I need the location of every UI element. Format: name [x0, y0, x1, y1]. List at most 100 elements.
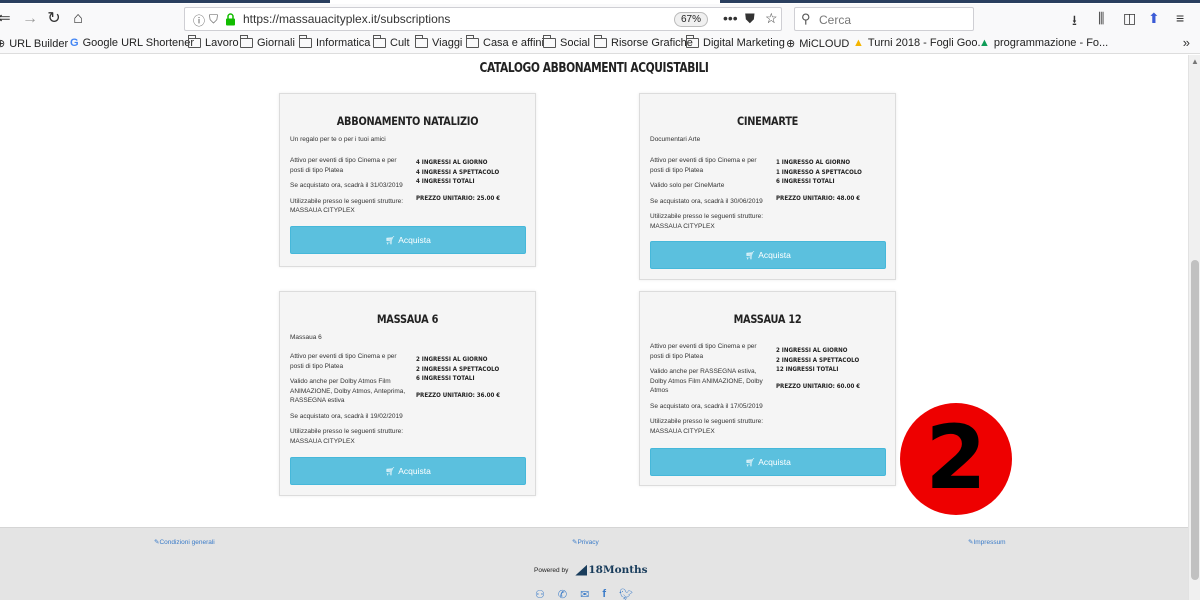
card-limit-line: 12 INGRESSI TOTALI — [776, 366, 839, 373]
page-content: CATALOGO ABBONAMENTI ACQUISTABILI ABBONA… — [0, 55, 1188, 601]
card-info: Attivo per eventi di tipo Cinema e per p… — [290, 352, 408, 452]
menu-icon[interactable]: ≡ — [1176, 10, 1184, 26]
folder-icon — [466, 35, 479, 48]
bookmarks-overflow-icon[interactable]: » — [1183, 35, 1190, 50]
page-actions-icon[interactable]: ••• — [723, 10, 738, 26]
card-info-line: Utilizzabile presso le seguenti struttur… — [290, 428, 404, 445]
footer-link-impressum[interactable]: ✎Impressum — [968, 538, 1006, 546]
navigation-toolbar: ⇐ → ↻ ⌂ ⓘ ⛉ https://massauacityplex.it/s… — [0, 4, 1200, 34]
zoom-level-badge[interactable]: 67% — [674, 12, 709, 27]
card-limit-line: 4 INGRESSI A SPETTACOLO — [416, 168, 500, 176]
card-limits: 1 INGRESSO AL GIORNO 1 INGRESSO A SPETTA… — [776, 158, 873, 203]
card-limit-line: 4 INGRESSI AL GIORNO — [416, 159, 488, 166]
bookmark-folder-lavoro[interactable]: Lavoro — [188, 35, 239, 49]
card-info: Attivo per eventi di tipo Cinema e per p… — [650, 342, 768, 442]
facebook-icon[interactable]: f — [602, 588, 606, 601]
card-limits: 4 INGRESSI AL GIORNO 4 INGRESSI A SPETTA… — [416, 158, 513, 203]
bookmark-turni-2018[interactable]: ▲ Turni 2018 - Fogli Goo... — [853, 37, 987, 49]
bookmark-google-url-shortener[interactable]: G Google URL Shortener — [70, 37, 194, 49]
bookmark-folder-giornali[interactable]: Giornali — [240, 35, 295, 49]
bookmark-programmazione[interactable]: ▲ programmazione - Fo... — [979, 37, 1108, 49]
bookmark-folder-informatica[interactable]: Informatica — [299, 35, 370, 49]
home-button[interactable]: ⌂ — [68, 9, 88, 29]
search-icon: ⚲ — [801, 11, 811, 26]
drive-icon: ▲ — [979, 37, 990, 49]
folder-icon — [240, 35, 253, 48]
buy-button[interactable]: 🛒︎ Acquista — [290, 226, 526, 254]
brand-logo[interactable]: 18Months — [575, 564, 648, 576]
scroll-up-arrow-icon[interactable]: ▲ — [1191, 57, 1199, 66]
card-info: Attivo per eventi di tipo Cinema e per p… — [290, 156, 408, 222]
reload-button[interactable]: ↻ — [44, 9, 64, 29]
globe-icon: ⊕ — [786, 38, 796, 50]
scrollbar-thumb[interactable] — [1191, 260, 1199, 580]
card-info-line: Se acquistato ora, scadrà il 30/06/2019 — [650, 197, 763, 205]
card-title: CINEMARTE — [736, 114, 799, 128]
cart-icon: 🛒︎ — [745, 458, 756, 467]
subscription-card-massaua-6: MASSAUA 6 Massaua 6 Attivo per eventi di… — [279, 291, 536, 496]
buy-button[interactable]: 🛒︎ Acquista — [650, 241, 886, 269]
card-limit-line: 6 INGRESSI TOTALI — [416, 375, 475, 382]
call-icon[interactable]: ✆ — [558, 588, 567, 601]
bookmark-folder-digital-marketing[interactable]: Digital Marketing — [686, 35, 785, 49]
card-title: MASSAUA 6 — [376, 312, 439, 326]
url-text[interactable]: https://massauacityplex.it/subscriptions — [243, 12, 450, 26]
folder-icon — [299, 35, 312, 48]
buy-button[interactable]: 🛒︎ Acquista — [650, 448, 886, 476]
card-price: PREZZO UNITARIO: 60.00 € — [776, 382, 861, 390]
footer-link-privacy[interactable]: ✎Privacy — [572, 538, 599, 546]
bookmark-folder-risorse-grafiche[interactable]: Risorse Grafiche — [594, 35, 693, 49]
pocket-icon[interactable]: ⛊ — [745, 11, 755, 27]
twitter-icon[interactable]: 🐦︎ — [619, 588, 633, 601]
card-info-line: Attivo per eventi di tipo Cinema e per p… — [290, 157, 397, 174]
card-info-line: Attivo per eventi di tipo Cinema e per p… — [650, 343, 757, 360]
card-limit-line: 4 INGRESSI TOTALI — [416, 178, 475, 185]
info-icon[interactable]: ⓘ — [193, 12, 205, 29]
back-button[interactable]: ⇐ — [0, 9, 14, 29]
bookmark-url-builder[interactable]: ⊕ URL Builder — [0, 37, 68, 51]
card-info: Attivo per eventi di tipo Cinema e per p… — [650, 156, 768, 237]
subscription-card-natalizio: ABBONAMENTO NATALIZIO Un regalo per te o… — [279, 93, 536, 267]
search-input[interactable] — [819, 11, 969, 28]
powered-by: Powered by 18Months — [534, 564, 648, 576]
page-title: CATALOGO ABBONAMENTI ACQUISTABILI — [479, 61, 709, 76]
search-box[interactable]: ⚲ — [794, 7, 974, 31]
buy-button[interactable]: 🛒︎ Acquista — [290, 457, 526, 485]
bookmark-folder-viaggi[interactable]: Viaggi — [415, 35, 462, 49]
phone-icon[interactable]: ⚇ — [535, 588, 545, 601]
address-bar[interactable]: ⓘ ⛉ https://massauacityplex.it/subscript… — [184, 7, 782, 31]
card-price: PREZZO UNITARIO: 25.00 € — [416, 194, 501, 202]
folder-icon — [686, 35, 699, 48]
card-info-line: Utilizzabile presso le seguenti struttur… — [650, 213, 764, 230]
extension-icon[interactable]: ⬆ — [1148, 10, 1160, 27]
bookmark-star-icon[interactable]: ☆ — [765, 10, 778, 27]
card-subtitle: Massaua 6 — [290, 334, 322, 341]
card-subtitle: Un regalo per te o per i tuoi amici — [290, 136, 386, 143]
shield-icon[interactable]: ⛉ — [209, 12, 218, 27]
cart-icon: 🛒︎ — [385, 467, 396, 476]
footer: ✎Condizioni generali ✎Privacy ✎Impressum… — [0, 527, 1188, 601]
subscription-card-cinemarte: CINEMARTE Documentari Arte Attivo per ev… — [639, 93, 896, 280]
bookmark-folder-casa[interactable]: Casa e affini — [466, 35, 544, 49]
forward-button[interactable]: → — [20, 9, 40, 29]
back-arrow-icon: ⇐ — [0, 10, 11, 27]
cart-icon: 🛒︎ — [385, 236, 396, 245]
bookmark-micloud[interactable]: ⊕ MiCLOUD — [786, 37, 849, 51]
card-limits: 2 INGRESSI AL GIORNO 2 INGRESSI A SPETTA… — [416, 355, 513, 400]
home-icon: ⌂ — [73, 10, 83, 27]
bookmark-folder-cult[interactable]: Cult — [373, 35, 410, 49]
cart-icon: 🛒︎ — [745, 251, 756, 260]
email-icon[interactable]: ✉ — [580, 588, 589, 601]
footer-link-conditions[interactable]: ✎Condizioni generali — [154, 538, 215, 546]
sidebar-icon[interactable]: ◫ — [1123, 10, 1136, 27]
card-info-line: Utilizzabile presso le seguenti struttur… — [650, 418, 764, 435]
step-number-annotation: 2 — [900, 403, 1012, 515]
page-scrollbar[interactable]: ▲ — [1188, 55, 1200, 600]
library-icon[interactable]: ⫼ — [1098, 10, 1104, 27]
card-title: MASSAUA 12 — [733, 312, 802, 326]
download-icon[interactable]: ⭳ — [1072, 10, 1077, 34]
drive-icon: ▲ — [853, 37, 864, 49]
logo-mark-icon — [575, 564, 588, 576]
card-limit-line: 1 INGRESSO A SPETTACOLO — [776, 168, 862, 176]
bookmark-folder-social[interactable]: Social — [543, 35, 590, 49]
